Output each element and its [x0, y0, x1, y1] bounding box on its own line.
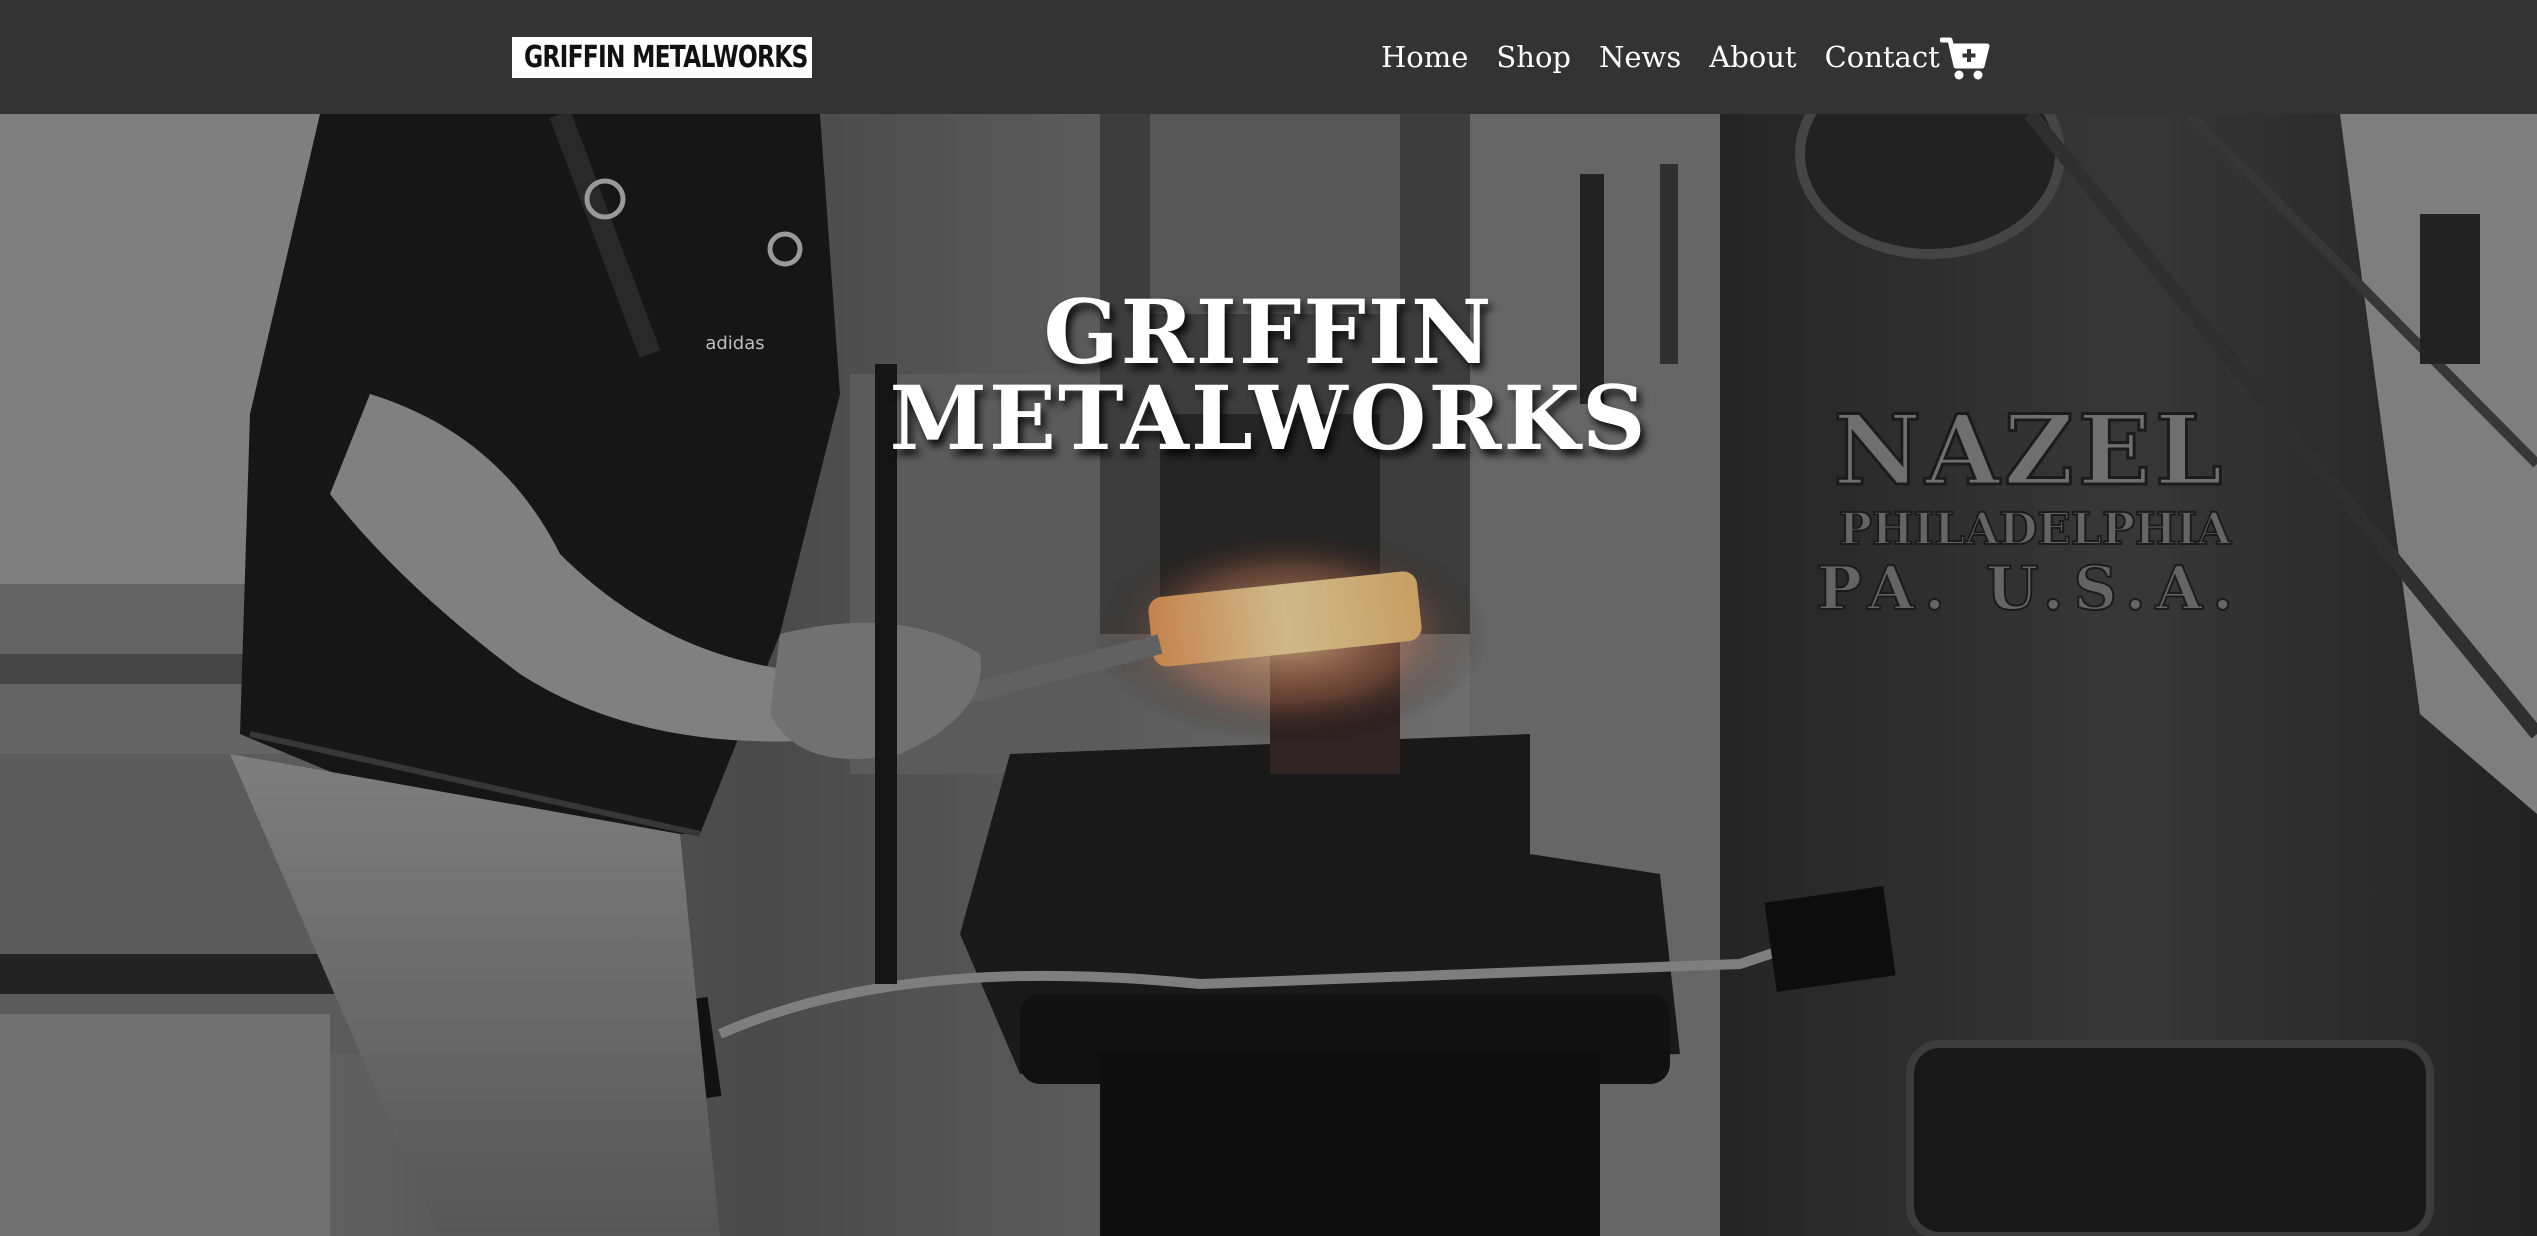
nav-shop[interactable]: Shop [1496, 30, 1571, 84]
main-nav: Home Shop News About Contact [1381, 30, 1968, 84]
nav-contact[interactable]: Contact [1825, 30, 1940, 84]
hero-banner: NAZEL PHILADELPHIA PA. U.S.A. adidas GRI… [0, 114, 2537, 1236]
logo-text: GRIFFIN METALWORKS [524, 40, 808, 75]
nav-about[interactable]: About [1709, 30, 1796, 84]
hero-title-line2: METALWORKS [889, 366, 1648, 470]
hero-title: GRIFFIN METALWORKS [0, 280, 2537, 470]
site-logo[interactable]: GRIFFIN METALWORKS [512, 37, 812, 78]
nav-home[interactable]: Home [1381, 30, 1468, 84]
cart-plus-icon [1939, 37, 1990, 80]
nav-news[interactable]: News [1599, 30, 1681, 84]
cart-button[interactable] [1939, 36, 1990, 82]
site-header: GRIFFIN METALWORKS Home Shop News About … [0, 0, 2537, 114]
hero-title-line1: GRIFFIN [1043, 280, 1494, 384]
